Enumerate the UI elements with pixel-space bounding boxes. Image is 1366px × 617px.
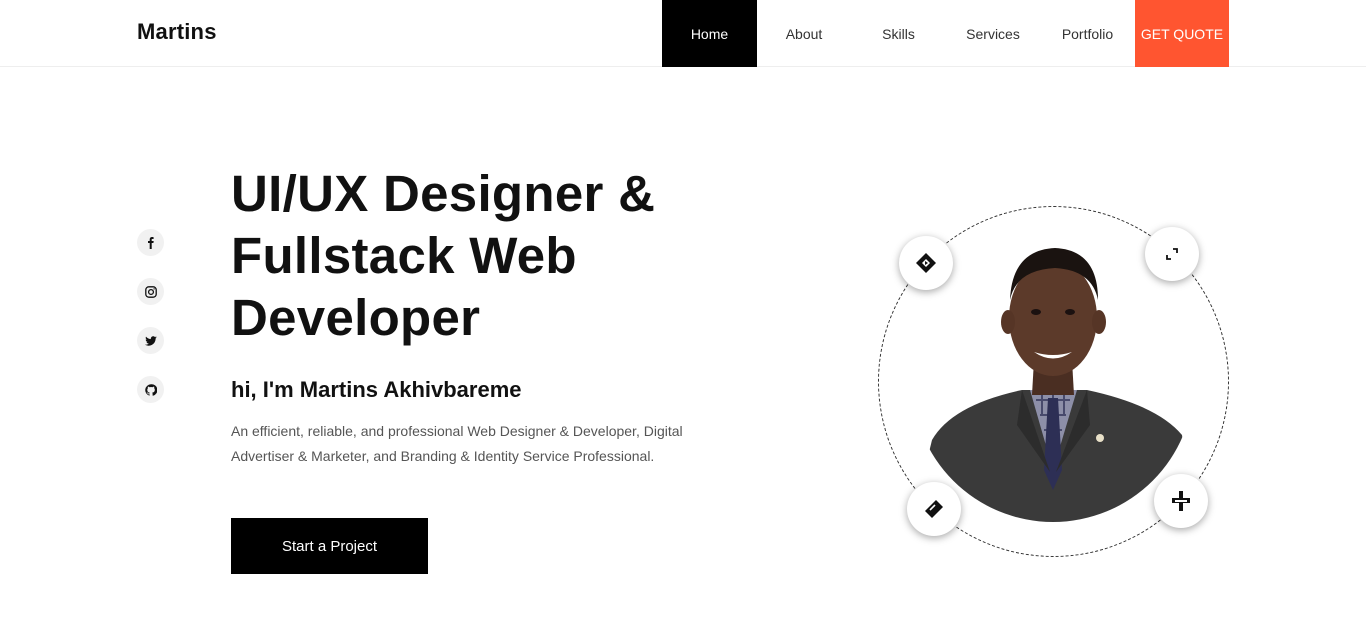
github-icon[interactable]: [137, 376, 164, 403]
nav-item-portfolio[interactable]: Portfolio: [1040, 0, 1135, 67]
hero-title-line-3: Developer: [231, 289, 481, 346]
profile-photo: [912, 240, 1194, 522]
expand-icon[interactable]: [1145, 227, 1199, 281]
hero-title-line-2: Fullstack Web: [231, 227, 577, 284]
nav-item-about[interactable]: About: [757, 0, 851, 67]
twitter-icon[interactable]: [137, 327, 164, 354]
instagram-icon[interactable]: [137, 278, 164, 305]
start-project-button[interactable]: Start a Project: [231, 518, 428, 574]
navbar: Martins Home About Skills Services Portf…: [0, 0, 1366, 67]
nav-item-services[interactable]: Services: [946, 0, 1040, 67]
ruler-icon[interactable]: [907, 482, 961, 536]
hero-subtitle: hi, I'm Martins Akhivbareme: [231, 377, 522, 402]
main-nav: Home About Skills Services Portfolio GET…: [662, 0, 1229, 67]
nav-item-home[interactable]: Home: [662, 0, 757, 67]
hero-title-line-1: UI/UX Designer &: [231, 165, 656, 222]
brand-logo[interactable]: Martins: [137, 19, 217, 45]
get-quote-button[interactable]: GET QUOTE: [1135, 0, 1229, 67]
hero-description: An efficient, reliable, and professional…: [231, 423, 683, 464]
social-links: [137, 229, 164, 403]
facebook-icon[interactable]: [137, 229, 164, 256]
design-tool-icon[interactable]: [899, 236, 953, 290]
hero-title: UI/UX Designer & Fullstack Web Developer: [231, 163, 751, 349]
pen-tool-icon[interactable]: [1154, 474, 1208, 528]
nav-item-skills[interactable]: Skills: [851, 0, 946, 67]
